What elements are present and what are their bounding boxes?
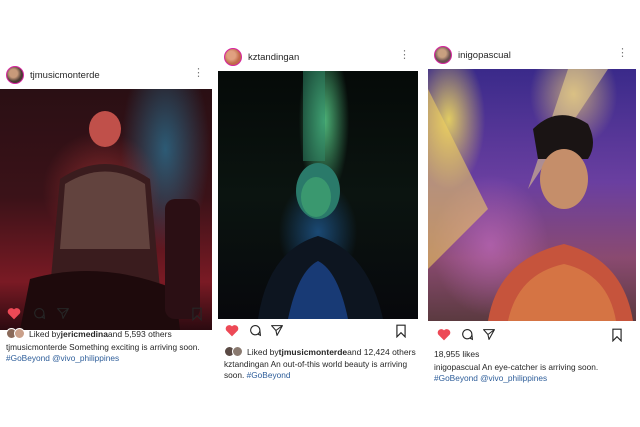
caption-text: Something exciting is arriving soon. bbox=[66, 342, 200, 352]
liker-avatar bbox=[232, 346, 243, 357]
caption: tjmusicmonterde Something exciting is ar… bbox=[6, 342, 206, 364]
more-options-icon[interactable]: ⋮ bbox=[399, 50, 410, 61]
liked-by-suffix[interactable]: and 5,593 others bbox=[108, 329, 172, 339]
post-photo[interactable] bbox=[428, 69, 636, 321]
photo-figure bbox=[258, 71, 383, 319]
more-options-icon[interactable]: ⋮ bbox=[617, 48, 628, 59]
bookmark-icon[interactable] bbox=[611, 328, 623, 342]
action-bar bbox=[428, 328, 636, 346]
caption: kztandingan An out-of-this world beauty … bbox=[224, 359, 412, 381]
likes-count-text[interactable]: 18,955 likes bbox=[434, 349, 479, 359]
caption: inigopascual An eye-catcher is arriving … bbox=[434, 362, 630, 384]
liked-by-prefix: Liked by bbox=[29, 328, 61, 339]
comment-icon[interactable] bbox=[248, 324, 262, 337]
post-photo[interactable] bbox=[0, 89, 212, 330]
heart-icon[interactable] bbox=[7, 307, 21, 320]
comment-icon[interactable] bbox=[32, 307, 46, 320]
caption-hashtags[interactable]: #GoBeyond @vivo_philippines bbox=[6, 353, 119, 363]
caption-user[interactable]: inigopascual bbox=[434, 362, 480, 372]
username[interactable]: inigopascual bbox=[458, 50, 511, 61]
bookmark-icon[interactable] bbox=[395, 324, 407, 338]
caption-user[interactable]: kztandingan bbox=[224, 359, 269, 369]
post-photo[interactable] bbox=[218, 71, 418, 319]
photo-figure bbox=[428, 69, 633, 321]
action-bar bbox=[0, 307, 212, 325]
liked-by-suffix[interactable]: and 12,424 others bbox=[347, 347, 416, 357]
avatar[interactable] bbox=[434, 46, 452, 64]
action-bar bbox=[218, 324, 418, 342]
caption-hashtags[interactable]: #GoBeyond @vivo_philippines bbox=[434, 373, 547, 383]
likes-count[interactable]: 18,955 likes bbox=[434, 349, 479, 359]
caption-text: An eye-catcher is arriving soon. bbox=[480, 362, 599, 372]
post-card-1: tjmusicmonterde ⋮ Liked by jericmedina a… bbox=[0, 60, 212, 370]
share-icon[interactable] bbox=[482, 328, 496, 341]
caption-user[interactable]: tjmusicmonterde bbox=[6, 342, 67, 352]
avatar[interactable] bbox=[224, 48, 242, 66]
post-header: inigopascual ⋮ bbox=[428, 40, 636, 70]
photo-figure bbox=[20, 111, 200, 330]
post-header: tjmusicmonterde ⋮ bbox=[0, 60, 212, 90]
liked-by-prefix: Liked by bbox=[247, 346, 279, 357]
heart-icon[interactable] bbox=[225, 324, 239, 337]
liked-by-row: Liked by tjmusicmonterde and 12,424 othe… bbox=[224, 346, 416, 357]
liked-by-user[interactable]: tjmusicmonterde bbox=[279, 347, 348, 357]
heart-icon[interactable] bbox=[437, 328, 451, 341]
liked-by-row: Liked by jericmedina and 5,593 others bbox=[6, 328, 172, 339]
username[interactable]: tjmusicmonterde bbox=[30, 70, 100, 81]
liked-by-user[interactable]: jericmedina bbox=[61, 329, 108, 339]
post-card-2: kztandingan ⋮ Liked by tjmusicmonterde a… bbox=[218, 42, 418, 394]
caption-hashtags[interactable]: #GoBeyond bbox=[247, 370, 291, 380]
share-icon[interactable] bbox=[270, 324, 284, 337]
bookmark-icon[interactable] bbox=[191, 307, 203, 321]
avatar[interactable] bbox=[6, 66, 24, 84]
post-header: kztandingan ⋮ bbox=[218, 42, 418, 72]
liker-avatar bbox=[14, 328, 25, 339]
username[interactable]: kztandingan bbox=[248, 52, 299, 63]
share-icon[interactable] bbox=[56, 307, 70, 320]
post-card-3: inigopascual ⋮ 18,955 likes inigopascual… bbox=[428, 40, 636, 400]
more-options-icon[interactable]: ⋮ bbox=[193, 68, 204, 79]
comment-icon[interactable] bbox=[460, 328, 474, 341]
